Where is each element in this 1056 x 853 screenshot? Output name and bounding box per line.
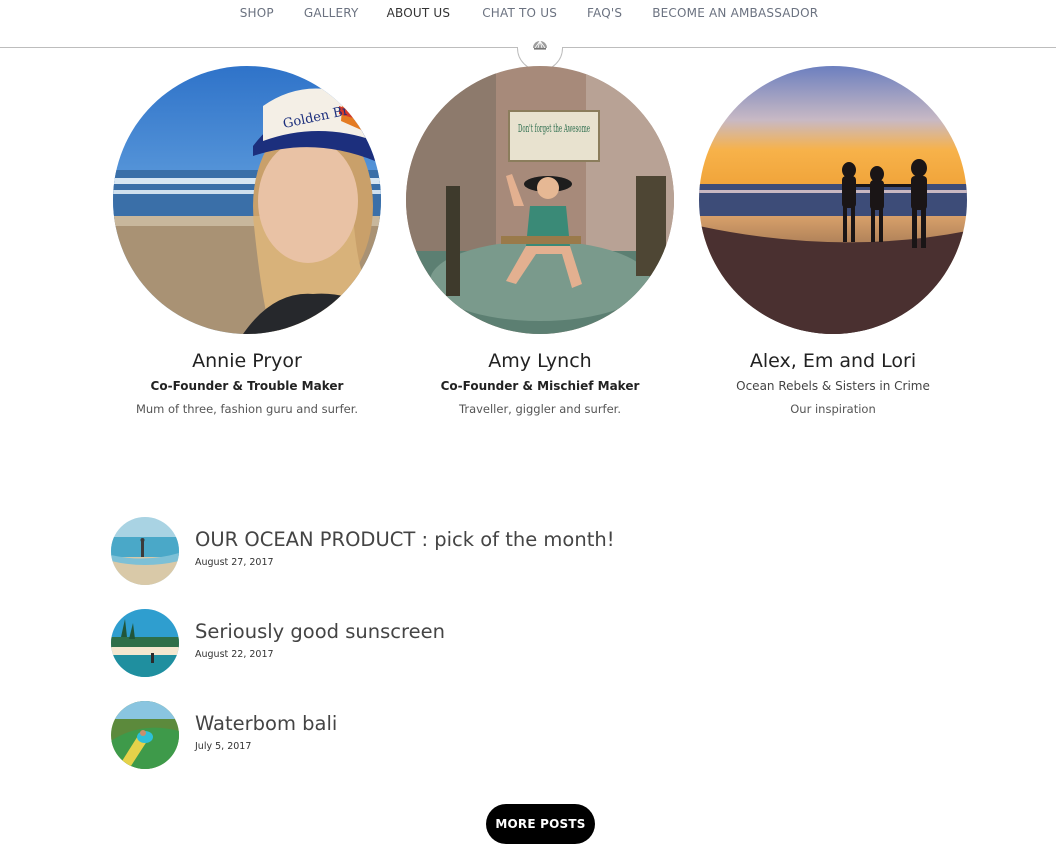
team-member-annie: Golden Breed Annie Pryor Co-Founder & Tr…	[113, 66, 381, 416]
post-title[interactable]: OUR OCEAN PRODUCT : pick of the month!	[195, 528, 615, 551]
nav-item-become-an-ambassador[interactable]: BECOME AN AMBASSADOR	[636, 6, 834, 20]
annie-photo: Golden Breed	[113, 66, 381, 334]
nav-item-gallery[interactable]: GALLERY	[292, 6, 371, 20]
member-role: Co-Founder & Mischief Maker	[440, 379, 640, 393]
beach-thumbnail-image	[111, 517, 179, 585]
post-thumbnail[interactable]	[111, 609, 179, 677]
svg-text:Don't forget the Awesome: Don't forget the Awesome	[518, 122, 590, 135]
top-navigation: SHOP GALLERY ABOUT US CHAT TO US FAQ'S B…	[0, 0, 1056, 71]
post-date: August 22, 2017	[195, 649, 274, 660]
nav-item-faqs[interactable]: FAQ'S	[573, 6, 636, 20]
post-thumbnail[interactable]	[111, 517, 179, 585]
member-description: Our inspiration	[790, 402, 876, 416]
team-member-alex-em-lori: Alex, Em and Lori Ocean Rebels & Sisters…	[699, 66, 967, 416]
member-role: Ocean Rebels & Sisters in Crime	[736, 379, 930, 393]
sunset-beach-image	[699, 66, 967, 334]
post-item[interactable]: Seriously good sunscreen August 22, 2017	[111, 609, 811, 677]
post-date: August 27, 2017	[195, 557, 274, 568]
member-description: Mum of three, fashion guru and surfer.	[135, 402, 359, 416]
post-title[interactable]: Seriously good sunscreen	[195, 620, 445, 643]
nav-item-about-us[interactable]: ABOUT US	[371, 6, 467, 20]
sisters-photo	[699, 66, 967, 334]
member-name: Annie Pryor	[192, 350, 302, 372]
nav-item-shop[interactable]: SHOP	[222, 6, 292, 20]
member-name: Alex, Em and Lori	[749, 350, 917, 372]
waterpark-thumbnail-image	[111, 701, 179, 769]
member-name: Amy Lynch	[488, 350, 592, 372]
nav-menu: SHOP GALLERY ABOUT US CHAT TO US FAQ'S B…	[0, 6, 1056, 20]
nav-item-chat-to-us[interactable]: CHAT TO US	[466, 6, 573, 20]
amy-photo: Don't forget the Awesome	[406, 66, 674, 334]
post-item[interactable]: OUR OCEAN PRODUCT : pick of the month! A…	[111, 517, 811, 585]
member-role: Co-Founder & Trouble Maker	[150, 379, 344, 393]
tropical-beach-thumbnail-image	[111, 609, 179, 677]
more-posts-button[interactable]: MORE POSTS	[486, 804, 595, 844]
post-item[interactable]: Waterbom bali July 5, 2017	[111, 701, 811, 769]
team-section: Golden Breed Annie Pryor Co-Founder & Tr…	[0, 66, 1056, 426]
shell-logo-icon[interactable]	[532, 37, 548, 50]
post-thumbnail[interactable]	[111, 701, 179, 769]
post-title[interactable]: Waterbom bali	[195, 712, 337, 735]
team-member-amy: Don't forget the Awesome Amy Lynch Co-Fo…	[406, 66, 674, 416]
amy-portrait-image: Don't forget the Awesome	[406, 66, 674, 334]
post-date: July 5, 2017	[195, 741, 252, 752]
member-description: Traveller, giggler and surfer.	[459, 402, 621, 416]
annie-portrait-image: Golden Breed	[113, 66, 381, 334]
